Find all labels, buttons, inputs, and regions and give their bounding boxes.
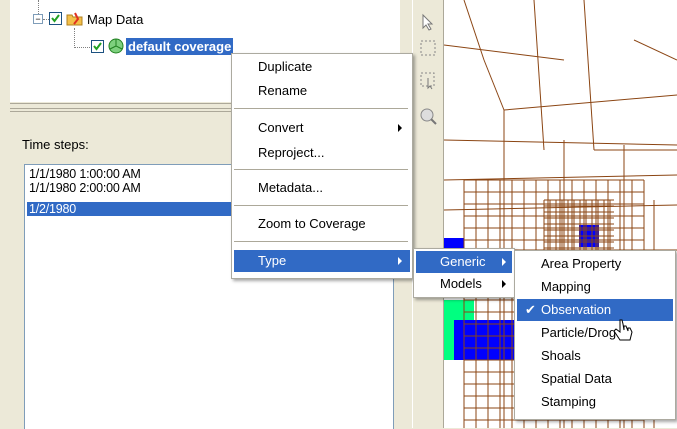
select-box-icon[interactable] <box>418 38 438 58</box>
menu-spatial-data[interactable]: Spatial Data <box>517 368 673 390</box>
map-data-folder-icon <box>66 11 84 27</box>
select-arrow-icon[interactable] <box>418 12 438 32</box>
submenu-arrow-icon <box>502 258 506 266</box>
tool-palette <box>412 0 444 428</box>
menu-type[interactable]: Type <box>234 250 410 272</box>
submenu-arrow-icon <box>502 280 506 288</box>
submenu-arrow-icon <box>398 124 402 132</box>
type-submenu: Generic Models <box>413 248 515 298</box>
menu-observation-label: Observation <box>541 302 612 317</box>
generic-submenu: Area Property Mapping ✔ Observation Part… <box>514 250 676 420</box>
select-region-icon[interactable] <box>418 70 438 90</box>
mouse-cursor-icon <box>610 318 634 349</box>
menu-models[interactable]: Models <box>416 273 512 295</box>
menu-generic-label: Generic <box>440 254 486 269</box>
menu-reproject[interactable]: Reproject... <box>234 142 410 164</box>
menu-duplicate[interactable]: Duplicate <box>234 56 410 78</box>
menu-particle-drogue[interactable]: Particle/Drogue <box>517 322 673 344</box>
menu-convert-label: Convert <box>258 120 304 135</box>
menu-zoom-to-coverage[interactable]: Zoom to Coverage <box>234 213 410 235</box>
default-coverage-checkbox[interactable] <box>91 40 104 53</box>
menu-models-label: Models <box>440 276 482 291</box>
menu-rename[interactable]: Rename <box>234 80 410 102</box>
coverage-icon <box>108 38 124 54</box>
menu-convert[interactable]: Convert <box>234 117 410 139</box>
menu-area-property[interactable]: Area Property <box>517 253 673 275</box>
checkmark-icon: ✔ <box>525 302 536 317</box>
collapse-map-data-icon[interactable]: − <box>33 14 43 24</box>
map-data-checkbox[interactable] <box>49 12 62 25</box>
coverage-context-menu: Duplicate Rename Convert Reproject... Me… <box>231 53 413 279</box>
menu-metadata[interactable]: Metadata... <box>234 177 410 199</box>
time-steps-label: Time steps: <box>22 137 89 152</box>
map-data-label[interactable]: Map Data <box>87 12 143 27</box>
zoom-tool-icon[interactable] <box>418 106 438 126</box>
menu-shoals[interactable]: Shoals <box>517 345 673 367</box>
menu-observation[interactable]: ✔ Observation <box>517 299 673 321</box>
menu-mapping[interactable]: Mapping <box>517 276 673 298</box>
default-coverage-label[interactable]: default coverage <box>124 37 235 56</box>
menu-type-label: Type <box>258 253 287 268</box>
menu-generic[interactable]: Generic <box>416 251 512 273</box>
menu-stamping[interactable]: Stamping <box>517 391 673 413</box>
submenu-arrow-icon <box>398 257 402 265</box>
